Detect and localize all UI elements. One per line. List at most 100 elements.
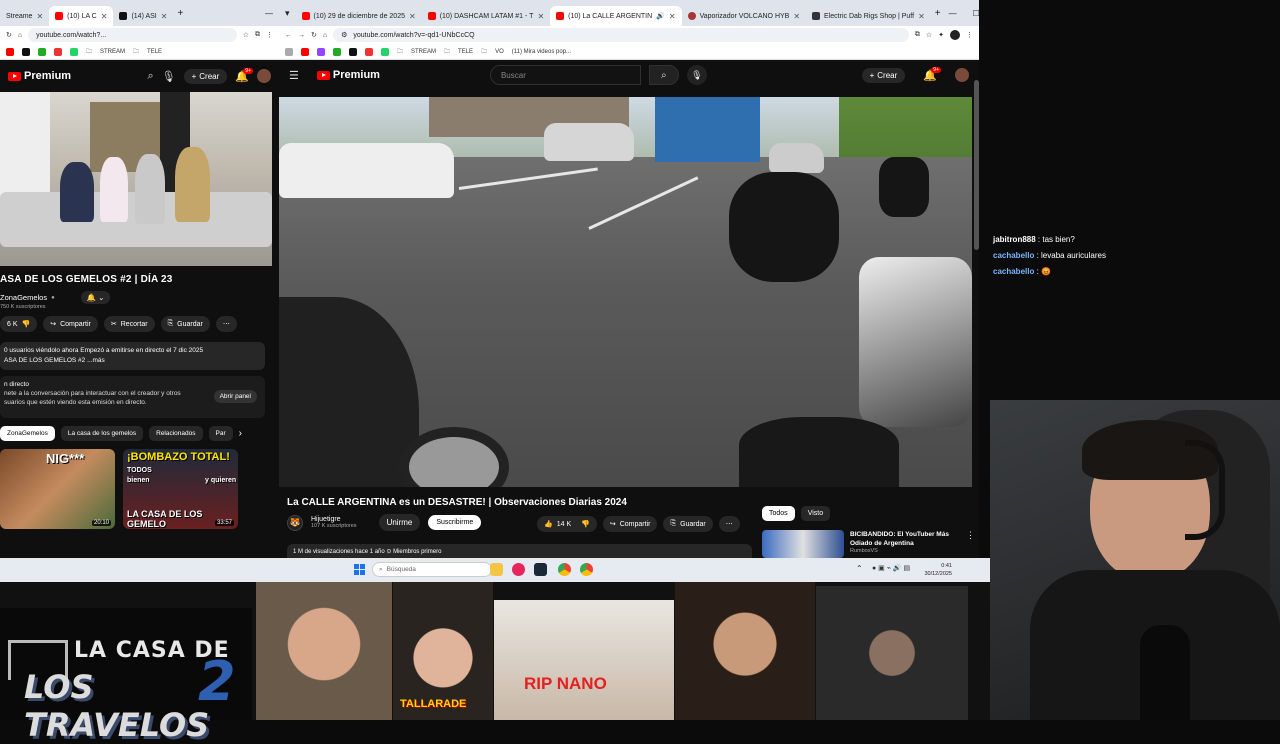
more-dots-icon[interactable]: ⋮ <box>966 530 975 558</box>
close-icon[interactable]: ✕ <box>36 12 43 21</box>
chevron-up-icon[interactable]: ⌃ <box>856 564 863 573</box>
rec-thumbnail[interactable] <box>762 530 844 558</box>
save-button[interactable]: ⎘ Guardar <box>160 316 210 332</box>
voice-search-button[interactable]: 🎙 <box>686 65 707 85</box>
minimize-icon[interactable]: — <box>265 9 273 18</box>
channel-name[interactable]: Hijuetigre <box>311 516 357 523</box>
url-field[interactable]: youtube.com/watch?... <box>28 28 237 42</box>
chip-watched[interactable]: Visto <box>800 506 831 521</box>
share-button[interactable]: ↪ Compartir <box>602 516 658 532</box>
bookmark-icon[interactable] <box>365 47 373 56</box>
menu-dots-icon[interactable]: ⋮ <box>966 31 973 39</box>
url-field[interactable]: ⚙ youtube.com/watch?v=-qd1-UNbCcCQ <box>333 28 909 42</box>
create-button[interactable]: + Crear <box>183 68 228 84</box>
file-explorer-icon[interactable] <box>490 563 503 576</box>
bookmark-icon[interactable] <box>349 47 357 56</box>
tab[interactable]: (10) DASHCAM LATAM #1 - T ✕ <box>422 6 550 26</box>
share-button[interactable]: ↪ Compartir <box>43 316 98 332</box>
bookmark-folder[interactable]: TELE <box>147 49 162 55</box>
hamburger-menu-icon[interactable]: ☰ <box>289 69 299 82</box>
avatar[interactable] <box>257 69 271 83</box>
close-icon[interactable]: ✕ <box>918 12 925 21</box>
left-video-player[interactable] <box>0 92 272 266</box>
chrome-icon[interactable] <box>558 563 571 576</box>
chrome-icon[interactable] <box>580 563 593 576</box>
chip[interactable]: ZonaGemelos <box>0 426 55 441</box>
clock[interactable]: 0:41 30/12/2025 <box>924 562 952 578</box>
close-icon[interactable]: ✕ <box>537 12 544 21</box>
close-icon[interactable]: ✕ <box>101 12 108 21</box>
chip[interactable]: Relacionados <box>149 426 203 441</box>
subscribe-button[interactable]: Suscribirme <box>428 515 482 530</box>
close-icon[interactable]: ✕ <box>161 12 168 21</box>
join-button[interactable]: Unirme <box>378 514 421 531</box>
extensions-icon[interactable]: ⧉ <box>255 31 260 39</box>
extensions-icon[interactable]: ✦ <box>938 31 944 39</box>
bookmark-icon[interactable] <box>333 47 341 56</box>
bookmark-folder[interactable]: TELE <box>458 49 473 55</box>
new-tab-icon[interactable]: + <box>177 8 183 19</box>
site-info-icon[interactable]: ⚙ <box>341 31 347 39</box>
home-icon[interactable]: ⌂ <box>18 32 22 39</box>
back-icon[interactable]: ← <box>285 32 292 39</box>
tab[interactable]: Vaporizador VOLCANO HYB ✕ <box>682 6 806 26</box>
tab[interactable]: (10) 29 de diciembre de 2025 ✕ <box>296 6 422 26</box>
bell-icon[interactable]: 🔔 9+ <box>235 67 253 83</box>
bookmark-icon[interactable] <box>381 47 389 56</box>
reload-icon[interactable]: ↻ <box>311 31 317 39</box>
bookmark-folder[interactable]: STREAM <box>411 49 436 55</box>
bell-toggle-button[interactable]: 🔔 ⌄ <box>80 291 111 304</box>
chat-username[interactable]: cachabello <box>993 267 1034 276</box>
star-icon[interactable]: ☆ <box>926 31 932 39</box>
youtube-logo[interactable]: Premium <box>316 69 380 81</box>
description-box[interactable]: 1 M de visualizaciones hace 1 año ⊙ Miem… <box>287 544 752 558</box>
create-button[interactable]: + Crear <box>861 67 906 83</box>
video-thumbnail[interactable]: NIG*** 20:10 <box>0 449 115 529</box>
chat-username[interactable]: cachabello <box>993 251 1034 260</box>
video-thumbnail[interactable]: ¡BOMBAZO TOTAL! TODOS bienen y quieren L… <box>123 449 238 529</box>
reload-icon[interactable]: ↻ <box>6 31 12 39</box>
more-button[interactable]: ⋯ <box>718 516 740 532</box>
tray-icons[interactable]: ● ▣ ⌁ 🔊 ▤ <box>872 564 910 572</box>
chip[interactable]: Par <box>208 426 233 441</box>
chip[interactable]: La casa de los gemelos <box>60 426 144 441</box>
channel-name[interactable]: ZonaGemelos <box>0 293 47 302</box>
app-icon[interactable] <box>512 563 525 576</box>
youtube-logo[interactable]: Premium <box>8 70 71 82</box>
bookmark-link[interactable]: (11) Mira videos pop... <box>512 49 571 55</box>
save-button[interactable]: ⎘ Guardar <box>663 516 713 532</box>
bookmark-folder[interactable]: STREAM <box>100 49 125 55</box>
search-button[interactable]: ⌕ <box>648 65 679 85</box>
bookmark-folder[interactable]: VO <box>495 49 504 55</box>
like-button[interactable]: 👍 14 K 👎 <box>537 516 597 532</box>
avatar[interactable] <box>950 30 960 40</box>
maximize-icon[interactable]: ☐ <box>965 9 979 18</box>
description-box[interactable]: 0 usuarios viéndolo ahora Empezó a emiti… <box>0 342 265 370</box>
bell-icon[interactable]: 🔔 9+ <box>923 66 941 82</box>
clip-button[interactable]: ✂ Recortar <box>103 316 155 332</box>
tab-active[interactable]: (10) La CALLE ARGENTIN 🔊 ✕ <box>550 6 682 26</box>
search-icon[interactable]: ⌕ <box>147 70 153 83</box>
bookmark-icon[interactable] <box>22 47 30 56</box>
audio-icon[interactable]: 🔊 <box>656 12 665 20</box>
scrollbar[interactable] <box>974 80 979 250</box>
apps-icon[interactable] <box>285 47 293 56</box>
windows-start-icon[interactable] <box>354 564 365 575</box>
bookmark-icon[interactable] <box>38 47 46 56</box>
install-icon[interactable]: ⧉ <box>915 31 920 39</box>
tab-list-icon[interactable]: ▾ <box>279 8 296 19</box>
minimize-icon[interactable]: — <box>941 9 965 18</box>
steam-icon[interactable] <box>534 563 547 576</box>
close-icon[interactable]: ✕ <box>409 12 416 21</box>
like-button[interactable]: 6 K 👎 <box>0 316 38 332</box>
recommended-item[interactable]: BICIBANDIDO: El YouTuber Más Odiado de A… <box>762 530 975 558</box>
mic-icon[interactable]: 🎙 <box>162 70 176 83</box>
tab[interactable]: Electric Dab Rigs Shop | Puff ✕ <box>806 6 931 26</box>
menu-dots-icon[interactable]: ⋮ <box>266 31 273 39</box>
search-input[interactable]: Buscar <box>489 65 641 85</box>
open-panel-button[interactable]: Abrir panel <box>213 390 257 403</box>
star-icon[interactable]: ☆ <box>243 31 249 39</box>
more-button[interactable]: ⋯ <box>215 316 237 332</box>
main-video-player[interactable] <box>279 97 972 487</box>
tab[interactable]: Streame ✕ <box>0 6 49 26</box>
